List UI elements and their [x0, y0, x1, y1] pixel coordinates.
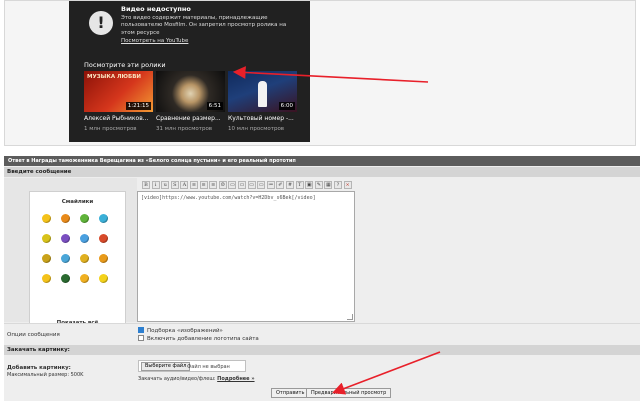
preview-button[interactable]: Предварительный просмотр	[306, 388, 392, 398]
video-title[interactable]: Алексей Рыбников...	[84, 115, 154, 122]
watch-on-youtube-link[interactable]: Посмотреть на YouTube	[121, 38, 188, 44]
performer-figure	[258, 81, 267, 107]
previous-post: ! Видео недоступно Это видео содержит ма…	[4, 0, 636, 146]
video-views: 10 млн просмотров	[228, 126, 285, 132]
toolbar-button[interactable]: A	[180, 181, 189, 189]
embedded-video-player[interactable]: ! Видео недоступно Это видео содержит ма…	[69, 1, 310, 142]
toolbar-button[interactable]: u	[161, 181, 170, 189]
video-title[interactable]: Культовый номер -...	[228, 115, 298, 122]
smiley-icon[interactable]	[61, 274, 70, 283]
toolbar-button[interactable]: ▭	[257, 181, 266, 189]
toolbar-button[interactable]: ×	[343, 181, 352, 189]
video-thumbnail-2[interactable]: 6:51	[156, 71, 225, 112]
toolbar-button[interactable]: ✎	[314, 181, 323, 189]
option-logo[interactable]: Включить добавление логотипа сайта	[138, 335, 259, 342]
form-buttons: Отправить Предварительный просмотр	[4, 386, 640, 401]
toolbar-button[interactable]: ▭	[238, 181, 246, 189]
attach-row: Добавить картинку: Максимальный размер: …	[4, 356, 640, 386]
checkbox-checked[interactable]	[138, 327, 144, 333]
video-views: 31 млн просмотров	[156, 126, 213, 132]
resize-handle[interactable]	[347, 314, 353, 320]
upload-more-link[interactable]: Подробнее »	[217, 376, 254, 382]
unavailable-message: Это видео содержит материалы, принадлежа…	[121, 15, 287, 36]
suggested-videos-heading: Посмотрите эти ролики	[84, 61, 166, 69]
smiley-icon[interactable]	[99, 274, 108, 283]
options-label: Опции сообщения	[7, 332, 60, 338]
video-thumbnail-1[interactable]: МУЗЫКА ЛЮБВИ 1:21:15	[84, 71, 153, 112]
toolbar-button[interactable]: #	[286, 181, 294, 189]
video-duration: 1:21:15	[125, 102, 151, 110]
toolbar-button[interactable]: ▭	[228, 181, 237, 189]
smiley-icon[interactable]	[99, 234, 108, 243]
upload-media-line: Закачать аудио/видео/флеш: Подробнее »	[138, 376, 255, 382]
smiley-icon[interactable]	[61, 254, 70, 263]
message-textarea[interactable]: [video]https://www.youtube.com/watch?v=H…	[137, 191, 355, 322]
toolbar-button[interactable]: ≡	[199, 181, 208, 189]
toolbar-button[interactable]: ▦	[324, 181, 333, 189]
video-thumbnail-3[interactable]: 6:00	[228, 71, 297, 112]
attach-label: Добавить картинку:	[7, 365, 71, 371]
attach-max-size: Максимальный размер: 500K	[7, 372, 84, 378]
section-header-image: Закачать картинку:	[4, 345, 640, 355]
toolbar-button[interactable]: B	[142, 181, 150, 189]
smiley-icon[interactable]	[80, 234, 89, 243]
thumbnail-caption: МУЗЫКА ЛЮБВИ	[87, 74, 141, 80]
smiley-icon[interactable]	[99, 254, 108, 263]
option-label: Подборка «изображений»	[147, 328, 223, 334]
message-text: [video]https://www.youtube.com/watch?v=H…	[141, 195, 316, 201]
toolbar-button[interactable]: ≔	[266, 181, 275, 189]
smiley-icon[interactable]	[42, 234, 51, 243]
file-input[interactable]: Выберите файл Файл не выбран	[138, 360, 246, 372]
no-file-label: Файл не выбран	[187, 364, 230, 370]
video-title[interactable]: Сравнение размер...	[156, 115, 226, 122]
checkbox-unchecked[interactable]	[138, 335, 144, 341]
toolbar-button[interactable]: ☺	[218, 181, 227, 189]
smiley-icon[interactable]	[61, 214, 70, 223]
toolbar-button[interactable]: ▭	[247, 181, 256, 189]
options-row: Опции сообщения Подборка «изображений» В…	[4, 323, 640, 344]
video-views: 1 млн просмотров	[84, 126, 137, 132]
smiley-icon[interactable]	[80, 214, 89, 223]
smiley-icon[interactable]	[80, 254, 89, 263]
smiles-panel: Смайлики Показать всё	[29, 191, 126, 333]
smiley-icon[interactable]	[80, 274, 89, 283]
toolbar-button[interactable]: T	[295, 181, 304, 189]
send-button[interactable]: Отправить	[271, 388, 310, 398]
smiles-cell: Смайлики Показать всё	[4, 178, 137, 333]
smiley-icon[interactable]	[42, 274, 51, 283]
option-label: Включить добавление логотипа сайта	[147, 336, 259, 342]
unavailable-title: Видео недоступно	[121, 5, 191, 13]
smiles-title: Смайлики	[61, 199, 94, 205]
toolbar-button[interactable]: ?	[334, 181, 342, 189]
smiley-icon[interactable]	[99, 214, 108, 223]
toolbar-button[interactable]: ✐	[276, 181, 285, 189]
toolbar-button[interactable]: S	[170, 181, 179, 189]
smiley-icon[interactable]	[61, 234, 70, 243]
warning-icon: !	[89, 11, 113, 35]
option-images[interactable]: Подборка «изображений»	[138, 327, 223, 334]
choose-file-button[interactable]: Выберите файл	[141, 362, 191, 371]
video-duration: 6:00	[278, 102, 295, 110]
toolbar-button[interactable]: ▣	[305, 181, 314, 189]
video-duration: 6:51	[206, 102, 223, 110]
section-header-message: Введите сообщение	[4, 167, 640, 177]
toolbar-button[interactable]: ≡	[209, 181, 218, 189]
toolbar-button[interactable]: ≡	[190, 181, 198, 189]
reply-form: Ответ в Награды таможенника Верещагина и…	[4, 156, 640, 401]
upload-media-label: Закачать аудио/видео/флеш:	[138, 376, 216, 382]
smiley-icon[interactable]	[42, 214, 51, 223]
editor-toolbar: Bi u S A ≡ ≡ ≡ ☺ ▭ ▭ ▭ ▭ ≔ ✐ # T ▣ ✎ ▦? ×	[138, 181, 368, 191]
smiley-icon[interactable]	[42, 254, 51, 263]
toolbar-button[interactable]: i	[151, 181, 160, 189]
form-title: Ответ в Награды таможенника Верещагина и…	[4, 156, 640, 166]
